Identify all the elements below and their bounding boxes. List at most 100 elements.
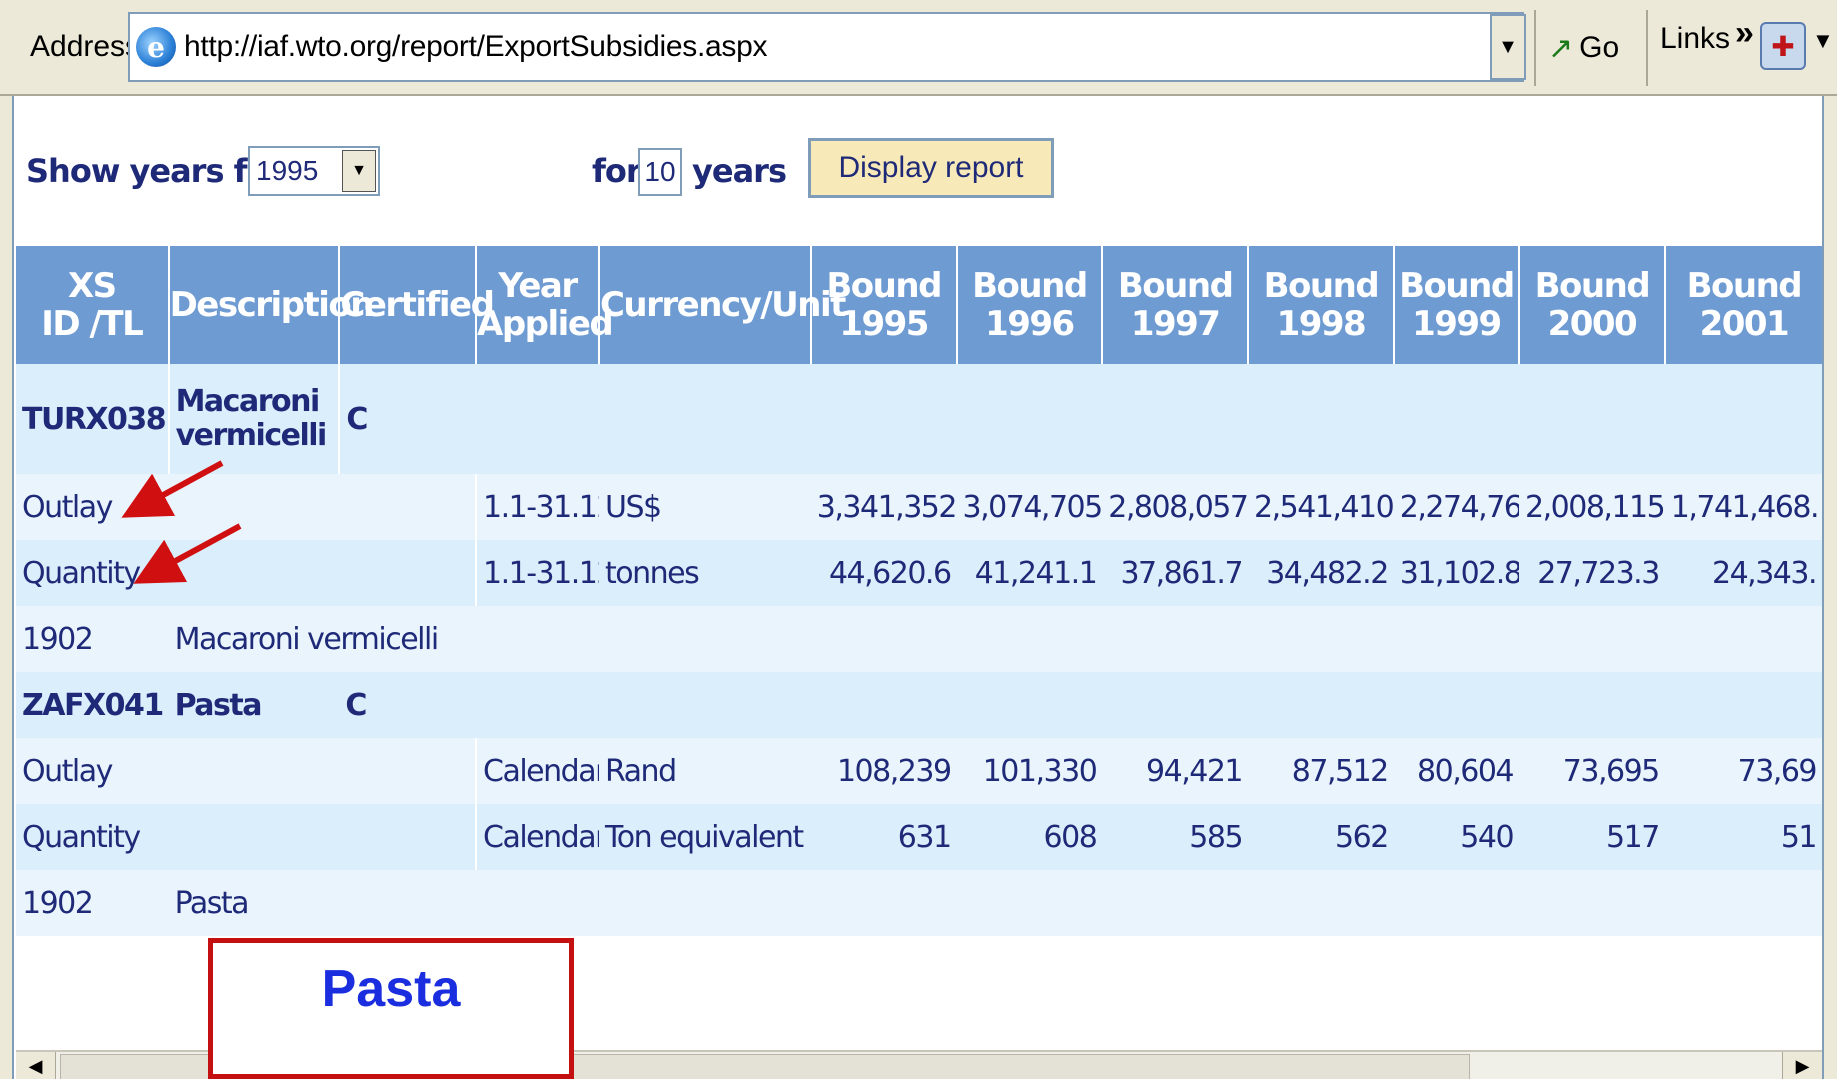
row-unit: tonnes: [598, 540, 811, 606]
chevron-double-right-icon[interactable]: »: [1735, 14, 1754, 53]
table-row: TURX038 Macaroni vermicelli C: [16, 364, 1822, 474]
entry-description: Macaroni vermicelli: [167, 364, 340, 474]
tariff-description: Pasta: [168, 870, 1822, 936]
value-cell: 101,330: [956, 738, 1103, 804]
pasta-callout-box: Pasta: [208, 938, 574, 1079]
col-header-bound-1997: Bound 1997: [1101, 246, 1249, 364]
address-bar: Address e http://iaf.wto.org/report/Expo…: [0, 0, 1837, 96]
table-row: Outlay 1.1-31.12 US$ 3,341,352.6 3,074,7…: [16, 474, 1822, 540]
display-report-button[interactable]: Display report: [808, 138, 1054, 198]
value-cell: 3,341,352.6: [810, 474, 957, 540]
row-unit: US$: [598, 474, 811, 540]
from-year-value: 1995: [256, 155, 319, 186]
row-label: Quantity: [16, 540, 477, 606]
entry-id: TURX038: [16, 364, 169, 474]
value-cell: 2,808,057.8: [1102, 474, 1249, 540]
value-cell: 562: [1248, 804, 1394, 870]
value-cell: 24,343.: [1664, 540, 1822, 606]
value-cell: 41,241.1: [956, 540, 1103, 606]
value-cell: 3,074,705.2: [956, 474, 1103, 540]
years-count-input[interactable]: 10: [638, 148, 682, 196]
empty-cell: [476, 672, 1822, 738]
value-cell: 34,482.2: [1248, 540, 1394, 606]
col-header-bound-2001: Bound 2001: [1663, 246, 1822, 364]
value-cell: 608: [956, 804, 1103, 870]
value-cell: 44,620.6: [810, 540, 957, 606]
row-label: Quantity: [16, 804, 477, 870]
value-cell: 540: [1393, 804, 1520, 870]
table-row: Quantity 1.1-31.12 tonnes 44,620.6 41,24…: [16, 540, 1822, 606]
value-cell: 2,008,115.6: [1519, 474, 1665, 540]
col-header-bound-1998: Bound 1998: [1247, 246, 1394, 364]
caret-down-icon: ▼: [1498, 35, 1518, 58]
value-cell: 73,695: [1519, 738, 1665, 804]
go-button[interactable]: ↗ Go: [1548, 20, 1619, 76]
value-cell: 87,512: [1248, 738, 1394, 804]
years-label: years: [692, 152, 787, 190]
value-cell: 1,741,468.: [1664, 474, 1822, 540]
row-year-applied: 1.1-31.12: [475, 474, 599, 540]
col-header-certified: Certified: [338, 246, 495, 364]
value-cell: 37,861.7: [1102, 540, 1249, 606]
value-cell: 2,274,763: [1393, 474, 1520, 540]
window-frame-left: [0, 96, 14, 1079]
value-cell: 108,239: [810, 738, 957, 804]
value-cell: 2,541,410.4: [1248, 474, 1394, 540]
row-year-applied: 1.1-31.12: [475, 540, 599, 606]
value-cell: 94,421: [1102, 738, 1249, 804]
caret-down-icon[interactable]: ▼: [342, 150, 376, 192]
from-year-select[interactable]: 1995 ▼: [248, 146, 380, 196]
value-cell: 73,69: [1664, 738, 1822, 804]
value-cell: 517: [1519, 804, 1665, 870]
table-row: Quantity Calendar Ton equivalent 631 608…: [16, 804, 1822, 870]
toolbar-separator: [1534, 10, 1536, 86]
go-arrow-icon: ↗: [1548, 31, 1574, 65]
col-header-bound-2000: Bound 2000: [1518, 246, 1665, 364]
go-label: Go: [1579, 31, 1620, 64]
table-header-row: XS ID /TL Description Certified Year Appli…: [16, 246, 1822, 364]
address-url[interactable]: http://iaf.wto.org/report/ExportSubsidie…: [184, 30, 767, 64]
address-label: Address: [30, 30, 141, 63]
entry-certified: C: [339, 672, 477, 738]
row-year-applied: Calendar: [475, 804, 599, 870]
links-button[interactable]: Links: [1660, 22, 1730, 56]
col-header-bound-1999: Bound 1999: [1392, 246, 1520, 364]
value-cell: 51: [1664, 804, 1822, 870]
scroll-right-icon[interactable]: ▶: [1782, 1052, 1822, 1079]
col-header-currency-unit: Currency/Unit: [597, 246, 846, 364]
table-row: 1902 Macaroni vermicelli: [16, 606, 1822, 672]
row-label: Outlay: [16, 738, 477, 804]
tariff-code: 1902: [16, 606, 169, 672]
address-field[interactable]: e http://iaf.wto.org/report/ExportSubsid…: [128, 12, 1524, 82]
col-header-year-applied: Year Applied: [475, 246, 614, 364]
table-row: 1902 Pasta: [16, 870, 1822, 936]
entry-certified: C: [338, 364, 477, 474]
table-row: ZAFX041 Pasta C: [16, 672, 1822, 738]
for-label: for: [592, 152, 642, 190]
row-unit: Ton equivalent: [598, 804, 811, 870]
table-row: Outlay Calendar Rand 108,239 101,330 94,…: [16, 738, 1822, 804]
col-header-bound-1995: Bound 1995: [809, 246, 957, 364]
tariff-code: 1902: [16, 870, 169, 936]
entry-id: ZAFX041: [16, 672, 169, 738]
tariff-description: Macaroni vermicelli: [168, 606, 1822, 672]
scroll-left-icon[interactable]: ◀: [16, 1052, 56, 1079]
empty-cell: [476, 364, 1822, 474]
pdf-icon[interactable]: ✚: [1760, 22, 1806, 70]
row-label: Outlay: [16, 474, 477, 540]
address-dropdown-button[interactable]: ▼: [1490, 14, 1526, 80]
toolbar-separator: [1646, 10, 1648, 86]
col-header-bound-1996: Bound 1996: [955, 246, 1103, 364]
value-cell: 27,723.3: [1519, 540, 1665, 606]
ie-page-icon: e: [136, 27, 176, 67]
caret-down-icon[interactable]: ▼: [1812, 28, 1834, 54]
value-cell: 80,604: [1393, 738, 1520, 804]
entry-description: Pasta: [168, 672, 340, 738]
row-year-applied: Calendar: [475, 738, 599, 804]
col-header-id: XS ID /TL: [16, 246, 169, 364]
value-cell: 631: [810, 804, 957, 870]
vertical-scrollbar[interactable]: [1822, 96, 1837, 1079]
row-unit: Rand: [598, 738, 811, 804]
value-cell: 31,102.8: [1393, 540, 1520, 606]
export-subsidies-table: XS ID /TL Description Certified Year Appli…: [16, 246, 1822, 936]
